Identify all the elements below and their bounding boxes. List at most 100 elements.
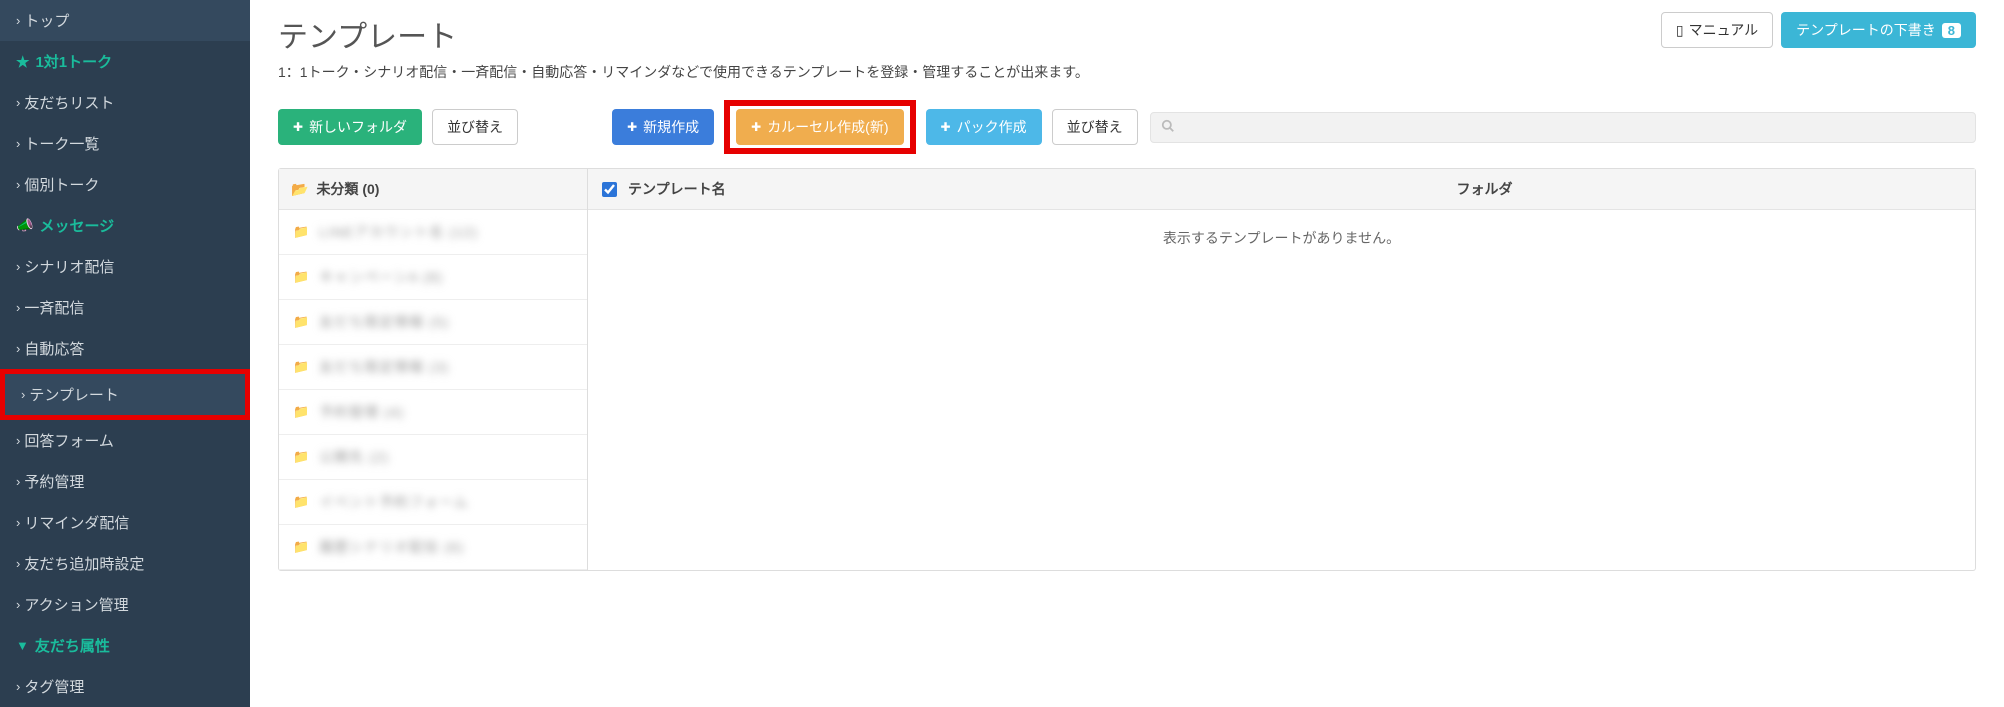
sidebar-item-label: 予約管理 [24,471,84,492]
chevron-right-icon: › [16,474,20,489]
sidebar-item-label: アクション管理 [24,594,128,615]
sidebar-item-individual-talk[interactable]: ›個別トーク [0,164,250,205]
table-header: テンプレート名 フォルダ [588,169,1975,210]
folder-icon: 📁 [293,539,309,555]
table-empty-message: 表示するテンプレートがありません。 [588,210,1975,266]
folder-row-label: 履歴シナリオ配信 (6) [319,537,464,557]
folder-row[interactable]: 📁 予約管理 (4) [279,390,587,435]
search-icon [1161,119,1175,136]
header-buttons: ▯マニュアル テンプレートの下書き 8 [1661,12,1976,48]
sidebar-item-reminder[interactable]: › リマインダ配信 [0,502,250,543]
sidebar-item-auto-reply[interactable]: ›自動応答 [0,328,250,369]
sort-button-2[interactable]: 並び替え [1052,109,1138,145]
select-all-checkbox[interactable] [602,182,617,197]
sidebar-item-friends-list[interactable]: ›友だちリスト [0,82,250,123]
sidebar-item-label: 一斉配信 [24,297,84,318]
pack-create-button[interactable]: パック作成 [926,109,1042,145]
chevron-right-icon: › [16,515,20,530]
new-create-button[interactable]: 新規作成 [612,109,714,145]
drafts-count-badge: 8 [1942,23,1961,38]
toolbar-group-center: 新規作成 カルーセル作成(新) パック作成 並び替え [612,100,1138,154]
main-content: テンプレート ▯マニュアル テンプレートの下書き 8 1：1トーク・シナリオ配信・… [250,0,2004,707]
select-all-cell [602,182,628,197]
folder-row[interactable]: 📁キャンペーンA (8) [279,255,587,300]
sidebar-item-label: トーク一覧 [24,133,99,154]
sidebar-item-top[interactable]: › トップ [0,0,250,41]
carousel-create-button[interactable]: カルーセル作成(新) [736,109,903,145]
sidebar-item-broadcast[interactable]: › 一斉配信 [0,287,250,328]
sidebar-item-label: 個別トーク [24,174,99,195]
sidebar-item-label: 友だち追加時設定 [24,553,144,574]
sidebar-item-label: リマインダ配信 [24,512,129,533]
folder-icon: 📁 [293,494,309,510]
chevron-right-icon: › [16,95,20,110]
new-create-label: 新規作成 [643,117,699,137]
chevron-right-icon: › [16,597,20,612]
sidebar-section-1on1[interactable]: 1対1トーク [0,41,250,82]
carousel-highlight: カルーセル作成(新) [724,100,915,154]
new-folder-label: 新しいフォルダ [309,117,407,137]
folder-row-label: 予約管理 (4) [319,402,404,422]
folder-row[interactable]: 📁 イベント予約フォーム [279,480,587,525]
folder-row[interactable]: 📁 履歴シナリオ配信 (6) [279,525,587,570]
folder-row-label: 公開先 (2) [319,447,389,467]
folder-row[interactable]: 📁公開先 (2) [279,435,587,480]
sidebar-item-action-manage[interactable]: › アクション管理 [0,584,250,625]
sidebar-highlight-template: ›テンプレート [0,369,250,420]
folder-row[interactable]: 📁友だち限定情報 (5) [279,300,587,345]
folder-icon: 📁 [293,404,309,420]
sidebar-section-label: 1対1トーク [35,51,112,72]
folder-icon: 📁 [293,314,309,330]
chevron-right-icon: › [16,433,20,448]
manual-button[interactable]: ▯マニュアル [1661,12,1773,48]
folder-header[interactable]: 📂 未分類 (0) [279,169,587,210]
sidebar-item-reservation[interactable]: › 予約管理 [0,461,250,502]
app-root: ›トップ 1対1トーク ›友だちリスト ›トーク一覧 ›個別トーク メッセージ … [0,0,2004,707]
sidebar-item-label: タグ管理 [24,676,84,697]
sidebar-item-friend-add-settings[interactable]: › 友だち追加時設定 [0,543,250,584]
chevron-right-icon: › [16,13,20,28]
col-folder: フォルダ [1008,179,1961,199]
search-input[interactable] [1150,112,1976,143]
folder-header-label: 未分類 (0) [316,179,379,199]
sidebar-item-label: テンプレート [29,384,119,405]
page-title: テンプレート [278,12,457,56]
sidebar-item-talk-list[interactable]: › トーク一覧 [0,123,250,164]
header-left: テンプレート [278,12,457,62]
sidebar-section-label: 友だち属性 [35,635,110,656]
carousel-create-label: カルーセル作成(新) [767,117,888,137]
drafts-button[interactable]: テンプレートの下書き 8 [1781,12,1976,48]
new-folder-button[interactable]: 新しいフォルダ [278,109,422,145]
chevron-right-icon: › [16,341,20,356]
chevron-right-icon: › [16,300,20,315]
folder-icon: 📁 [293,269,309,285]
header-row: テンプレート ▯マニュアル テンプレートの下書き 8 [278,12,1976,62]
sidebar-item-label: トップ [24,10,69,31]
folder-row[interactable]: 📁LINEアカウント名 (12) [279,210,587,255]
page-description: 1：1トーク・シナリオ配信・一斉配信・自動応答・リマインダなどで使用できるテンプ… [278,62,1976,82]
sidebar-section-friend-attr[interactable]: 友だち属性 [0,625,250,666]
folder-list: 📁LINEアカウント名 (12) 📁キャンペーンA (8) 📁友だち限定情報 (… [279,210,587,570]
sort-button-1[interactable]: 並び替え [432,109,518,145]
search-field[interactable] [1183,119,1965,135]
folder-panel: 📂 未分類 (0) 📁LINEアカウント名 (12) 📁キャンペーンA (8) … [278,168,588,571]
sidebar: ›トップ 1対1トーク ›友だちリスト ›トーク一覧 ›個別トーク メッセージ … [0,0,250,707]
chevron-right-icon: › [16,679,20,694]
sidebar-section-message[interactable]: メッセージ [0,205,250,246]
chevron-right-icon: › [16,136,20,151]
sidebar-section-label: メッセージ [39,215,114,236]
table-panel: テンプレート名 フォルダ 表示するテンプレートがありません。 [588,168,1976,571]
chevron-right-icon: › [16,259,20,274]
sidebar-item-answer-form[interactable]: › 回答フォーム [0,420,250,461]
folder-open-icon: 📂 [291,181,308,198]
folder-row-label: イベント予約フォーム [319,492,469,512]
sidebar-item-scenario[interactable]: ›シナリオ配信 [0,246,250,287]
sidebar-item-tag-manage[interactable]: › タグ管理 [0,666,250,707]
sidebar-item-label: 回答フォーム [24,430,114,451]
folder-row-label: 友だち限定情報 (3) [319,357,449,377]
toolbar-group-left: 新しいフォルダ 並び替え [278,109,518,145]
folder-row[interactable]: 📁友だち限定情報 (3) [279,345,587,390]
drafts-button-label: テンプレートの下書き [1796,20,1936,40]
chevron-right-icon: › [16,556,20,571]
sidebar-item-template[interactable]: ›テンプレート [5,374,245,415]
